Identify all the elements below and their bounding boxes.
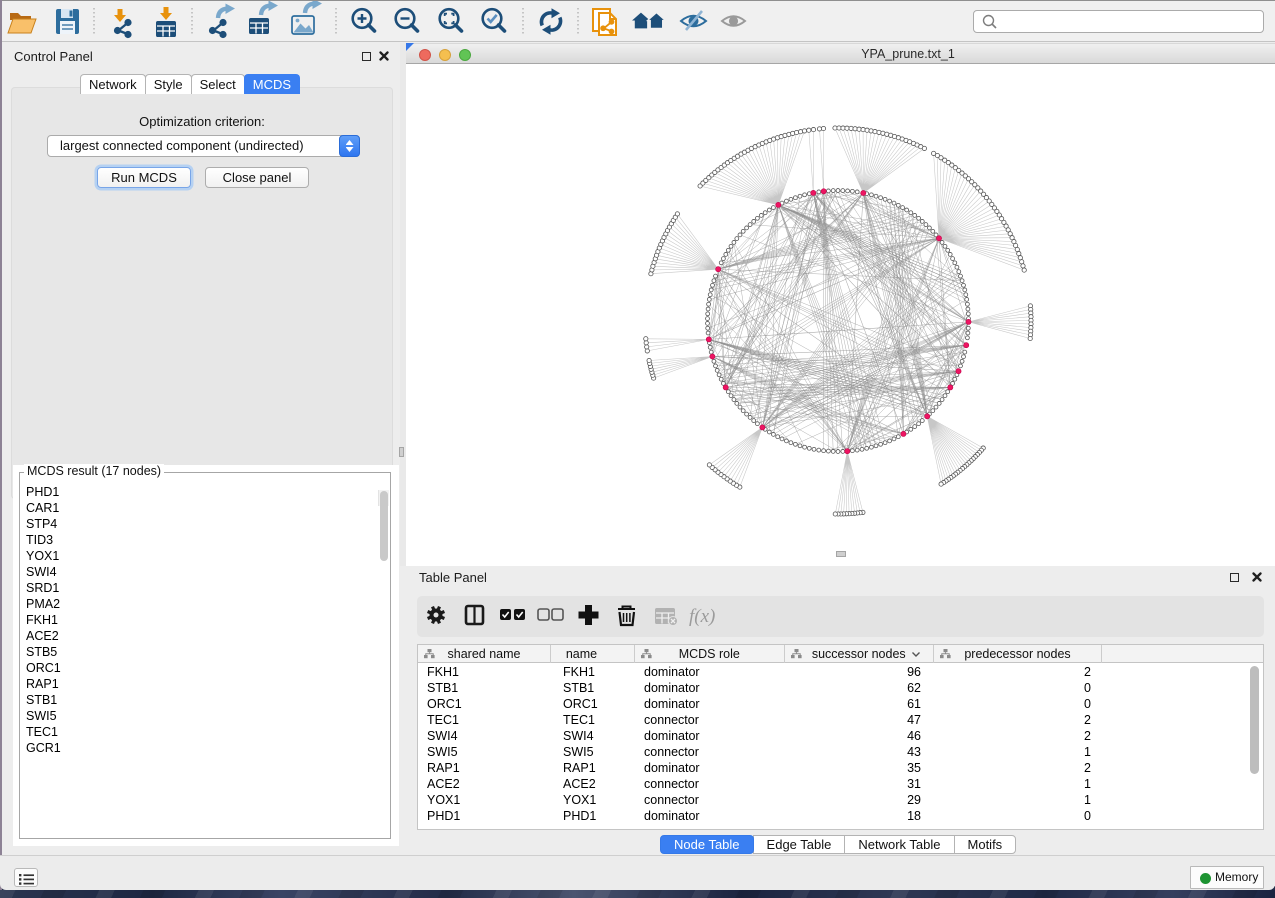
- svg-text:f(x): f(x): [689, 606, 715, 627]
